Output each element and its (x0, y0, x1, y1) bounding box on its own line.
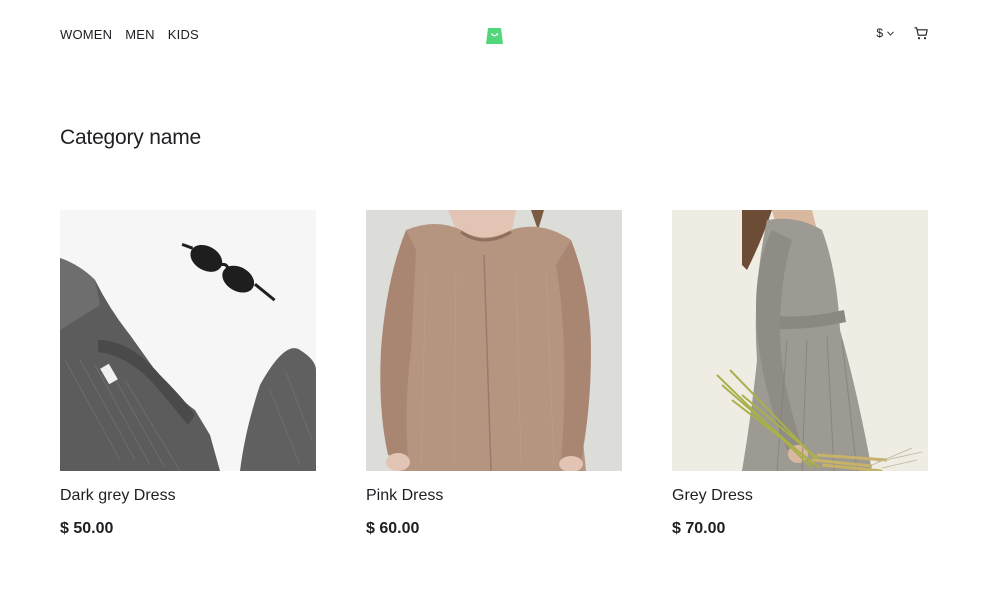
cart-icon[interactable] (914, 26, 928, 40)
site-header: WOMEN MEN KIDS $ (0, 0, 988, 70)
product-card[interactable]: Grey Dress $ 70.00 (672, 210, 928, 538)
product-card[interactable]: Pink Dress $ 60.00 (366, 210, 622, 538)
currency-symbol: $ (876, 26, 883, 40)
product-name: Pink Dress (366, 487, 444, 504)
currency-switcher[interactable]: $ (876, 26, 894, 40)
product-name: Grey Dress (672, 487, 753, 504)
header-actions: $ (876, 26, 928, 40)
product-price: $ 50.00 (60, 520, 114, 537)
product-price: $ 70.00 (672, 520, 726, 537)
nav-link-women[interactable]: WOMEN (60, 27, 112, 42)
nav-link-kids[interactable]: KIDS (168, 27, 199, 42)
product-image[interactable] (60, 210, 316, 471)
category-title: Category name (60, 126, 201, 149)
product-card[interactable]: Dark grey Dress $ 50.00 (60, 210, 316, 538)
product-image[interactable] (366, 210, 622, 471)
product-grid: Dark grey Dress $ 50.00 Pink Dress $ 60.… (60, 210, 928, 538)
product-price: $ 60.00 (366, 520, 420, 537)
product-image[interactable] (672, 210, 928, 471)
product-name: Dark grey Dress (60, 487, 176, 504)
chevron-down-icon (887, 30, 894, 36)
category-nav: WOMEN MEN KIDS (60, 27, 199, 42)
nav-link-men[interactable]: MEN (125, 27, 155, 42)
shopping-bag-logo-icon[interactable] (485, 24, 504, 44)
